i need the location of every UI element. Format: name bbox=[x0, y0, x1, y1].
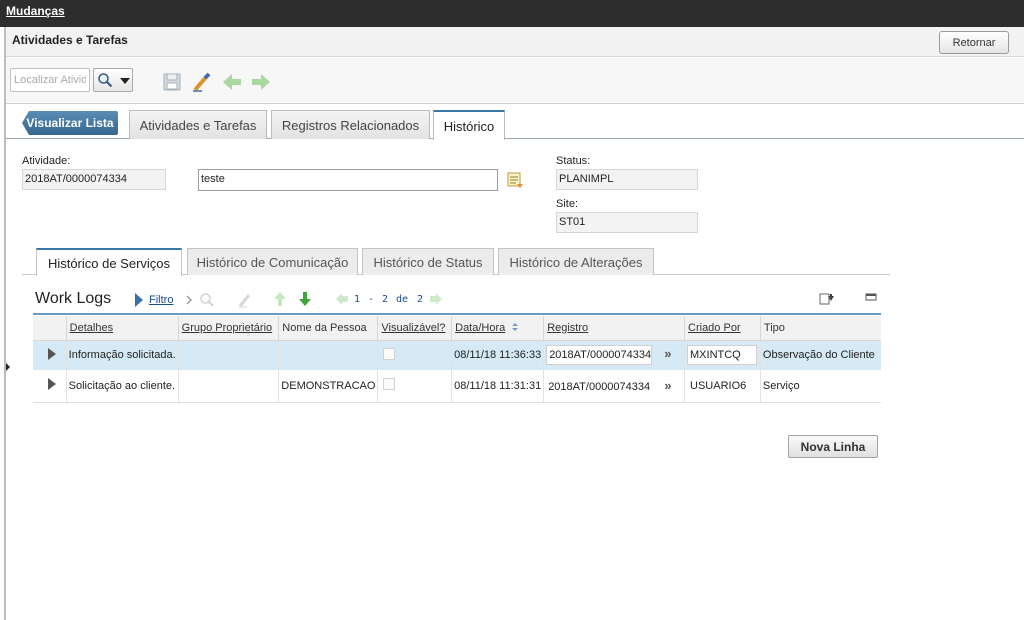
go-to-record-icon[interactable]: » bbox=[664, 346, 671, 361]
col-type: Tipo bbox=[760, 316, 881, 341]
activity-field: 2018AT/0000074334 bbox=[22, 169, 166, 190]
col-datetime[interactable]: Data/Hora bbox=[451, 316, 545, 341]
pager-total: 2 bbox=[417, 294, 424, 305]
main-tabs: Visualizar Lista Atividades e Tarefas Re… bbox=[6, 107, 1024, 140]
record-field[interactable]: 2018AT/0000074334 bbox=[546, 345, 653, 366]
cell-created-by: USUARIO6 bbox=[684, 370, 761, 403]
title-bar: Atividades e Tarefas Retornar bbox=[6, 27, 1024, 57]
col-expand bbox=[33, 316, 67, 341]
row-expand-cell[interactable] bbox=[33, 340, 67, 370]
status-label: Status: bbox=[556, 155, 591, 167]
return-button[interactable]: Retornar bbox=[939, 31, 1009, 54]
go-to-record-icon[interactable]: » bbox=[664, 378, 671, 393]
worklogs-header: Work Logs Filtro 1 - 2 de 2 bbox=[33, 287, 881, 315]
search-icon[interactable] bbox=[199, 292, 215, 308]
next-record-icon[interactable] bbox=[250, 71, 272, 93]
pager-dash: - bbox=[368, 294, 375, 305]
next-page-icon[interactable] bbox=[429, 292, 443, 306]
magnifier-icon bbox=[98, 73, 113, 88]
col-viewable[interactable]: Visualizável? bbox=[377, 316, 453, 341]
cell-viewable bbox=[377, 340, 453, 370]
tab-related-records[interactable]: Registros Relacionados bbox=[271, 110, 430, 139]
cell-type: Observação do Cliente bbox=[760, 340, 881, 370]
tab-change-history[interactable]: Histórico de Alterações bbox=[498, 248, 654, 275]
cell-datetime: 08/11/18 11:36:33 bbox=[451, 340, 545, 370]
cell-viewable bbox=[377, 370, 453, 403]
site-label: Site: bbox=[556, 198, 579, 210]
side-panel-toggle-icon[interactable] bbox=[6, 363, 10, 371]
activity-label: Atividade: bbox=[22, 155, 71, 167]
top-bar: Mudanças bbox=[0, 0, 1024, 27]
col-created-by[interactable]: Criado Por bbox=[684, 316, 761, 341]
chevron-right-icon bbox=[186, 295, 192, 305]
download-icon[interactable] bbox=[819, 292, 835, 306]
cell-datetime: 08/11/18 11:31:31 bbox=[451, 370, 545, 403]
pager-of: de bbox=[396, 294, 409, 305]
app-title-link[interactable]: Mudanças bbox=[6, 4, 65, 18]
tab-history[interactable]: Histórico bbox=[433, 110, 505, 140]
history-sub-tabs: Histórico de Serviços Histórico de Comun… bbox=[22, 245, 890, 276]
cell-created-by: MXINTCQ bbox=[684, 340, 761, 370]
expand-row-icon[interactable] bbox=[48, 347, 56, 360]
cell-person-name bbox=[278, 340, 379, 370]
table-header-row: Detalhes Grupo Proprietário Nome da Pess… bbox=[33, 316, 881, 341]
page-frame: Atividades e Tarefas Retornar Localizar … bbox=[4, 27, 1024, 620]
view-list-button[interactable]: Visualizar Lista bbox=[22, 111, 118, 135]
pager-to: 2 bbox=[382, 294, 389, 305]
col-datetime-label: Data/Hora bbox=[455, 321, 506, 334]
filter-toggle-icon[interactable] bbox=[134, 293, 144, 307]
clear-filter-icon[interactable] bbox=[237, 292, 253, 308]
tab-communication-history[interactable]: Histórico de Comunicação bbox=[187, 248, 358, 275]
collapse-section-icon[interactable] bbox=[865, 292, 877, 302]
col-details[interactable]: Detalhes bbox=[66, 316, 179, 341]
worklogs-table: Detalhes Grupo Proprietário Nome da Pess… bbox=[33, 316, 881, 403]
sort-icon bbox=[512, 322, 519, 331]
pager-from: 1 bbox=[354, 294, 361, 305]
arrow-down-icon[interactable] bbox=[298, 291, 312, 307]
cell-record: 2018AT/0000074334 » bbox=[543, 340, 686, 370]
cell-owner-group bbox=[178, 370, 280, 403]
status-field: PLANIMPL bbox=[556, 169, 698, 190]
table-row[interactable]: Solicitação ao cliente. DEMONSTRACAO 08/… bbox=[33, 370, 881, 403]
description-field[interactable]: teste bbox=[198, 169, 498, 191]
worklogs-title: Work Logs bbox=[35, 290, 112, 307]
table-row[interactable]: Informação solicitada. 08/11/18 11:36:33… bbox=[33, 340, 881, 370]
col-owner-group[interactable]: Grupo Proprietário bbox=[178, 316, 280, 341]
previous-record-icon[interactable] bbox=[221, 71, 243, 93]
tab-status-history[interactable]: Histórico de Status bbox=[362, 248, 494, 275]
previous-page-icon[interactable] bbox=[335, 292, 349, 306]
filter-link[interactable]: Filtro bbox=[149, 294, 173, 306]
col-record[interactable]: Registro bbox=[543, 316, 686, 341]
cell-details: Informação solicitada. bbox=[66, 340, 179, 370]
col-person-name: Nome da Pessoa bbox=[278, 316, 379, 341]
toolbar bbox=[6, 58, 1024, 104]
cell-type: Serviço bbox=[760, 370, 881, 403]
save-icon[interactable] bbox=[161, 71, 183, 93]
row-expand-cell[interactable] bbox=[33, 370, 67, 403]
cell-record: 2018AT/0000074334 » bbox=[543, 370, 686, 403]
cell-owner-group bbox=[178, 340, 280, 370]
new-row-button[interactable]: Nova Linha bbox=[788, 435, 878, 458]
tab-service-history[interactable]: Histórico de Serviços bbox=[36, 248, 182, 276]
chevron-down-icon bbox=[120, 78, 130, 84]
record-field[interactable]: 2018AT/0000074334 bbox=[546, 381, 652, 393]
created-by-field[interactable]: MXINTCQ bbox=[687, 345, 758, 366]
clear-changes-icon[interactable] bbox=[190, 71, 212, 93]
site-field: ST01 bbox=[556, 212, 698, 233]
tab-activities[interactable]: Atividades e Tarefas bbox=[129, 110, 267, 139]
viewable-checkbox[interactable] bbox=[383, 347, 396, 360]
search-options-dropdown[interactable] bbox=[93, 68, 133, 92]
page-title: Atividades e Tarefas bbox=[12, 33, 128, 47]
long-description-icon[interactable] bbox=[506, 171, 524, 189]
arrow-up-icon[interactable] bbox=[273, 291, 287, 307]
cell-person-name: DEMONSTRACAO bbox=[278, 370, 379, 403]
created-by-field: USUARIO6 bbox=[690, 379, 747, 392]
viewable-checkbox[interactable] bbox=[383, 378, 396, 391]
locate-activity-input[interactable] bbox=[10, 68, 90, 92]
cell-details: Solicitação ao cliente. bbox=[66, 370, 179, 403]
expand-row-icon[interactable] bbox=[48, 378, 56, 391]
